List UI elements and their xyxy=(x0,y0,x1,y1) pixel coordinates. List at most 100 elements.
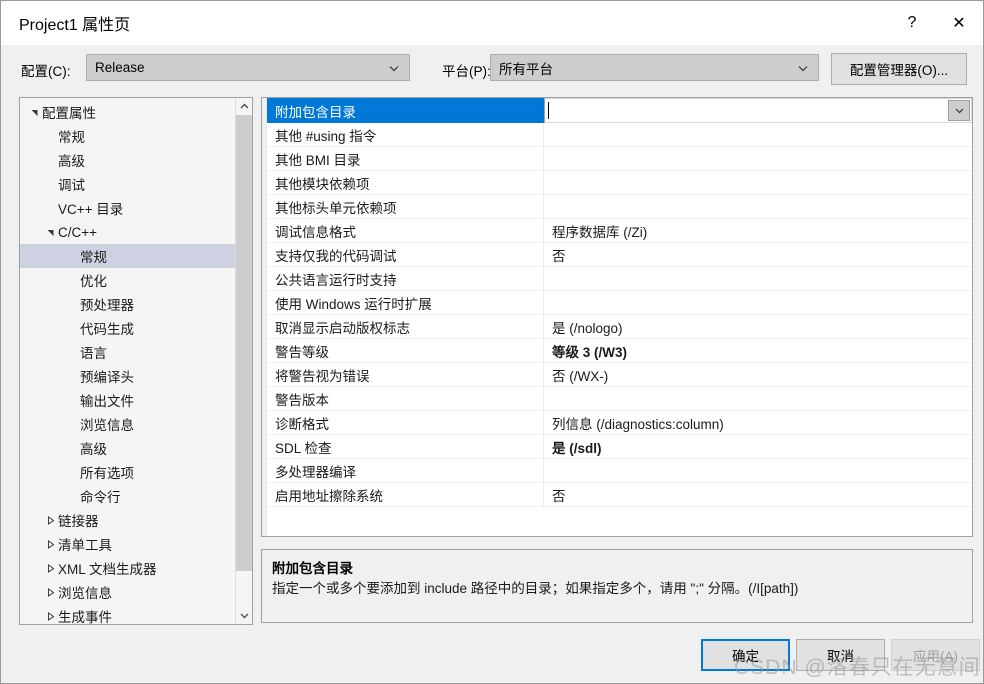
tree-item-13[interactable]: 浏览信息 xyxy=(20,412,236,436)
property-row[interactable]: 其他模块依赖项 xyxy=(267,171,972,195)
tree-item-3[interactable]: 调试 xyxy=(20,172,236,196)
property-row[interactable]: 附加包含目录 xyxy=(267,98,972,123)
property-row[interactable]: 公共语言运行时支持 xyxy=(267,267,972,291)
expander-collapsed-icon[interactable] xyxy=(42,611,58,621)
property-value[interactable] xyxy=(544,267,972,290)
tree-item-11[interactable]: 预编译头 xyxy=(20,364,236,388)
property-row[interactable]: SDL 检查是 (/sdl) xyxy=(267,435,972,459)
expander-expanded-icon[interactable] xyxy=(26,108,42,117)
tree-item-15[interactable]: 所有选项 xyxy=(20,460,236,484)
property-row[interactable]: 使用 Windows 运行时扩展 xyxy=(267,291,972,315)
tree-item-12[interactable]: 输出文件 xyxy=(20,388,236,412)
configuration-select[interactable]: Release xyxy=(86,54,410,81)
platform-select[interactable]: 所有平台 xyxy=(490,54,819,81)
tree-item-label: 语言 xyxy=(80,346,107,361)
tree-item-label: 浏览信息 xyxy=(58,586,112,601)
property-name: 启用地址擦除系统 xyxy=(267,483,544,506)
property-name: 使用 Windows 运行时扩展 xyxy=(267,291,544,314)
editor-dropdown-button[interactable] xyxy=(948,100,970,121)
expander-expanded-icon[interactable] xyxy=(42,228,58,237)
property-value[interactable] xyxy=(544,147,972,170)
property-row[interactable]: 调试信息格式 程序数据库 (/Zi) xyxy=(267,219,972,243)
chevron-down-icon xyxy=(797,62,809,74)
property-value[interactable]: 是 (/nologo) xyxy=(544,315,972,338)
property-value[interactable]: 否 (/WX-) xyxy=(544,363,972,386)
property-value[interactable] xyxy=(544,123,972,146)
property-value[interactable]: 程序数据库 (/Zi) xyxy=(544,219,972,242)
property-value[interactable] xyxy=(544,459,972,482)
property-name: 其他标头单元依赖项 xyxy=(267,195,544,218)
tree-item-label: 命令行 xyxy=(80,490,121,505)
tree-item-7[interactable]: 优化 xyxy=(20,268,236,292)
property-row[interactable]: 其他 BMI 目录 xyxy=(267,147,972,171)
tree-scrollbar[interactable] xyxy=(235,98,252,624)
tree-item-2[interactable]: 高级 xyxy=(20,148,236,172)
property-value[interactable]: 列信息 (/diagnostics:column) xyxy=(544,411,972,434)
tree-item-1[interactable]: 常规 xyxy=(20,124,236,148)
expander-collapsed-icon[interactable] xyxy=(42,587,58,597)
property-row[interactable]: 其他标头单元依赖项 xyxy=(267,195,972,219)
title-bar-buttons: ? ✕ xyxy=(889,1,983,45)
property-row[interactable]: 启用地址擦除系统否 xyxy=(267,483,972,507)
tree-item-14[interactable]: 高级 xyxy=(20,436,236,460)
configuration-manager-button[interactable]: 配置管理器(O)... xyxy=(831,53,967,85)
expander-collapsed-icon[interactable] xyxy=(42,563,58,573)
tree-item-17[interactable]: 链接器 xyxy=(20,508,236,532)
property-name: 公共语言运行时支持 xyxy=(267,267,544,290)
property-name: 其他 BMI 目录 xyxy=(267,147,544,170)
property-row[interactable]: 其他 #using 指令 xyxy=(267,123,972,147)
property-tree: 配置属性 常规 高级 调试 VC++ 目录 C/C++ 常规 优化 预处理器 代码生成 语言 预编译头… xyxy=(20,98,236,624)
property-name: 其他 #using 指令 xyxy=(267,123,544,146)
tree-item-16[interactable]: 命令行 xyxy=(20,484,236,508)
tree-item-label: 清单工具 xyxy=(58,538,112,553)
tree-item-18[interactable]: 清单工具 xyxy=(20,532,236,556)
property-row[interactable]: 支持仅我的代码调试否 xyxy=(267,243,972,267)
tree-item-label: 高级 xyxy=(58,154,85,169)
property-row[interactable]: 警告版本 xyxy=(267,387,972,411)
property-value[interactable] xyxy=(544,387,972,410)
property-value[interactable] xyxy=(544,291,972,314)
property-value[interactable]: 等级 3 (/W3) xyxy=(544,339,972,362)
close-icon[interactable]: ✕ xyxy=(935,1,983,45)
tree-item-label: 预处理器 xyxy=(80,298,134,313)
tree-item-10[interactable]: 语言 xyxy=(20,340,236,364)
property-row[interactable]: 多处理器编译 xyxy=(267,459,972,483)
tree-item-label: 优化 xyxy=(80,274,107,289)
property-row[interactable]: 将警告视为错误否 (/WX-) xyxy=(267,363,972,387)
property-tree-panel: 配置属性 常规 高级 调试 VC++ 目录 C/C++ 常规 优化 预处理器 代码生成 语言 预编译头… xyxy=(19,97,253,625)
tree-item-label: 浏览信息 xyxy=(80,418,134,433)
tree-item-20[interactable]: 浏览信息 xyxy=(20,580,236,604)
property-name: 取消显示启动版权标志 xyxy=(267,315,544,338)
property-row[interactable]: 诊断格式 列信息 (/diagnostics:column) xyxy=(267,411,972,435)
expander-collapsed-icon[interactable] xyxy=(42,515,58,525)
property-row[interactable]: 警告等级 等级 3 (/W3) xyxy=(267,339,972,363)
tree-item-19[interactable]: XML 文档生成器 xyxy=(20,556,236,580)
tree-scrollbar-thumb[interactable] xyxy=(236,115,252,571)
tree-item-5[interactable]: C/C++ xyxy=(20,220,236,244)
cancel-button[interactable]: 取消 xyxy=(796,639,885,671)
tree-item-0[interactable]: 配置属性 xyxy=(20,100,236,124)
property-value[interactable] xyxy=(544,195,972,218)
tree-item-6[interactable]: 常规 xyxy=(20,244,236,268)
property-value[interactable]: 是 (/sdl) xyxy=(544,435,972,458)
property-value-editor[interactable] xyxy=(544,98,972,123)
help-icon[interactable]: ? xyxy=(889,1,935,45)
property-value[interactable]: 否 xyxy=(544,483,972,506)
property-name: 将警告视为错误 xyxy=(267,363,544,386)
ok-button[interactable]: 确定 xyxy=(701,639,790,671)
tree-item-9[interactable]: 代码生成 xyxy=(20,316,236,340)
tree-item-label: 高级 xyxy=(80,442,107,457)
property-value[interactable]: 否 xyxy=(544,243,972,266)
expander-collapsed-icon[interactable] xyxy=(42,539,58,549)
scroll-up-icon[interactable] xyxy=(236,98,252,115)
chevron-down-icon xyxy=(388,62,400,74)
tree-item-8[interactable]: 预处理器 xyxy=(20,292,236,316)
scroll-down-icon[interactable] xyxy=(236,607,252,624)
property-value[interactable] xyxy=(544,171,972,194)
tree-item-4[interactable]: VC++ 目录 xyxy=(20,196,236,220)
description-panel: 附加包含目录 指定一个或多个要添加到 include 路径中的目录；如果指定多个… xyxy=(261,549,973,623)
tree-item-21[interactable]: 生成事件 xyxy=(20,604,236,624)
tree-item-label: 代码生成 xyxy=(80,322,134,337)
property-row[interactable]: 取消显示启动版权标志是 (/nologo) xyxy=(267,315,972,339)
description-title: 附加包含目录 xyxy=(272,561,353,576)
